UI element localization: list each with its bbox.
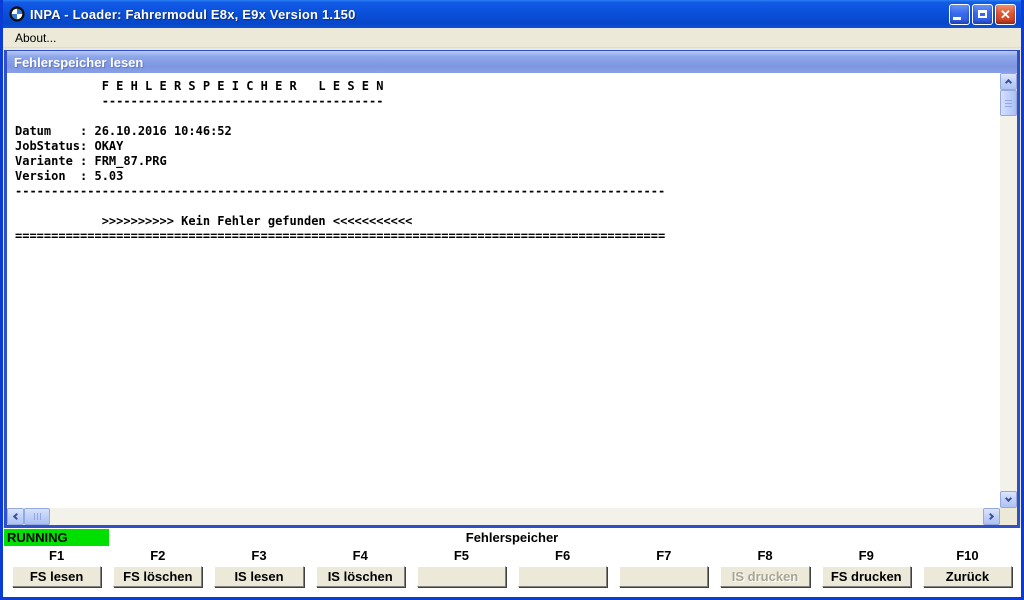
fkey-column: F8 IS drucken (714, 547, 815, 597)
vertical-scroll-thumb[interactable] (1000, 90, 1017, 116)
fkey-label: F10 (956, 547, 978, 566)
chevron-left-icon (13, 513, 20, 520)
window-controls: ✕ (949, 4, 1016, 25)
minimize-icon (953, 17, 961, 20)
fkey-label: F7 (656, 547, 671, 566)
window-title: INPA - Loader: Fahrermodul E8x, E9x Vers… (30, 7, 944, 22)
child-window-title: Fehlerspeicher lesen (14, 55, 143, 70)
fkey-button-F1[interactable]: FS lesen (12, 566, 101, 587)
fkey-button-F10[interactable]: Zurück (923, 566, 1012, 587)
fkey-label: F6 (555, 547, 570, 566)
fkey-button-F7[interactable] (619, 566, 708, 587)
menu-bar: About... (3, 28, 1021, 48)
fkey-label: F4 (353, 547, 368, 566)
horizontal-scrollbar[interactable] (7, 508, 1000, 525)
minimize-button[interactable] (949, 4, 970, 25)
close-icon: ✕ (1000, 8, 1011, 21)
fkey-button-F5[interactable] (417, 566, 506, 587)
child-title-bar[interactable]: Fehlerspeicher lesen (7, 51, 1017, 73)
fkey-button-F2[interactable]: FS löschen (113, 566, 202, 587)
panel-title: Fehlerspeicher (3, 528, 1021, 547)
fkey-column: F4 IS löschen (310, 547, 411, 597)
child-window: Fehlerspeicher lesen F E H L E R S P E I… (4, 50, 1020, 528)
fkey-button-F4[interactable]: IS löschen (316, 566, 405, 587)
chevron-right-icon (987, 513, 994, 520)
console-output: F E H L E R S P E I C H E R L E S E N --… (7, 73, 999, 507)
scroll-down-button[interactable] (1000, 491, 1017, 508)
fkey-column: F2 FS löschen (107, 547, 208, 597)
fkey-button-F6[interactable] (518, 566, 607, 587)
horizontal-scroll-thumb[interactable] (24, 508, 50, 525)
bmw-logo-icon (8, 6, 25, 23)
menu-about[interactable]: About... (10, 30, 61, 46)
app-window: INPA - Loader: Fahrermodul E8x, E9x Vers… (0, 0, 1024, 600)
title-bar[interactable]: INPA - Loader: Fahrermodul E8x, E9x Vers… (3, 0, 1021, 28)
fkey-label: F2 (150, 547, 165, 566)
scroll-up-button[interactable] (1000, 73, 1017, 90)
fkey-column: F5 (411, 547, 512, 597)
maximize-icon (978, 10, 987, 18)
mdi-area: Fehlerspeicher lesen F E H L E R S P E I… (3, 48, 1021, 528)
scrollbar-corner (1000, 508, 1017, 525)
fkey-column: F6 (512, 547, 613, 597)
fkey-column: F9 FS drucken (816, 547, 917, 597)
fkey-label: F3 (251, 547, 266, 566)
fkey-label: F5 (454, 547, 469, 566)
close-button[interactable]: ✕ (995, 4, 1016, 25)
fkey-button-F3[interactable]: IS lesen (214, 566, 303, 587)
fkey-column: F1 FS lesen (6, 547, 107, 597)
fkey-button-F9[interactable]: FS drucken (822, 566, 911, 587)
status-row: RUNNING Fehlerspeicher (3, 528, 1021, 547)
chevron-up-icon (1005, 79, 1012, 86)
fkey-label: F8 (757, 547, 772, 566)
fkey-button-F8: IS drucken (720, 566, 809, 587)
maximize-button[interactable] (972, 4, 993, 25)
fkey-label: F1 (49, 547, 64, 566)
fkey-row: F1 FS lesen F2 FS löschen F3 IS lesen F4… (3, 547, 1021, 597)
vertical-scrollbar[interactable] (1000, 73, 1017, 508)
fkey-label: F9 (859, 547, 874, 566)
function-key-panel: RUNNING Fehlerspeicher F1 FS lesen F2 FS… (3, 528, 1021, 597)
scroll-right-button[interactable] (983, 508, 1000, 525)
scroll-left-button[interactable] (7, 508, 24, 525)
chevron-down-icon (1005, 495, 1012, 502)
fkey-column: F7 (613, 547, 714, 597)
status-running-badge: RUNNING (4, 529, 109, 546)
fkey-column: F10 Zurück (917, 547, 1018, 597)
result-view: F E H L E R S P E I C H E R L E S E N --… (7, 73, 1017, 525)
fkey-column: F3 IS lesen (208, 547, 309, 597)
